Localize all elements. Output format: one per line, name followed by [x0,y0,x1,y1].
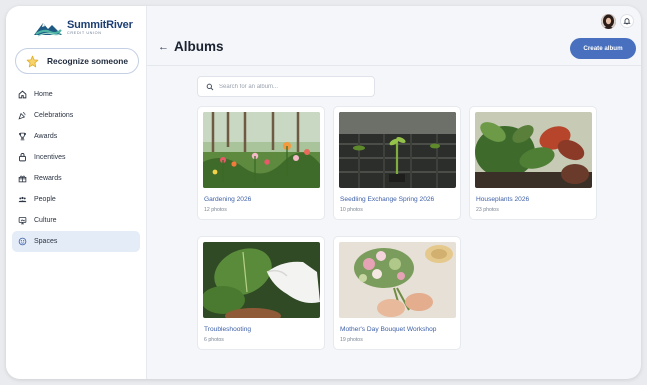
album-card-houseplants[interactable]: Houseplants 2026 23 photos [469,106,597,220]
mountain-logo-icon [34,18,62,38]
sidebar-item-people[interactable]: People [12,189,140,210]
album-card-gardening[interactable]: Gardening 2026 12 photos [197,106,325,220]
album-card-mothers-day[interactable]: Mother's Day Bouquet Workshop 19 photos [333,236,461,350]
search-icon [206,78,214,96]
sidebar-item-label: Awards [34,133,58,140]
album-cover-image [339,242,456,318]
album-cover-image [203,112,320,188]
album-photo-count: 12 photos [204,207,227,213]
search-input[interactable] [219,83,369,90]
sidebar-item-label: Spaces [34,238,58,245]
sidebar-item-culture[interactable]: Culture [12,210,140,231]
sidebar-item-spaces[interactable]: Spaces [12,231,140,252]
album-photo-count: 6 photos [204,337,224,343]
back-arrow-icon[interactable]: ← [158,41,169,53]
main-content: ← Albums Create album Search for an albu… [147,6,641,379]
album-title[interactable]: Troubleshooting [204,326,251,333]
page-title: Albums [174,39,224,54]
sidebar-item-celebrations[interactable]: Celebrations [12,105,140,126]
create-album-button[interactable]: Create album [570,38,636,59]
album-title[interactable]: Houseplants 2026 [476,196,529,203]
incentive-icon [18,153,27,162]
sidebar-item-label: Culture [34,217,57,224]
recognize-label: Recognize someone [47,56,128,66]
album-title[interactable]: Seedling Exchange Spring 2026 [340,196,434,203]
app-window: SummitRiver CREDIT UNION Recognize someo… [6,6,641,379]
album-card-troubleshooting[interactable]: Troubleshooting 6 photos [197,236,325,350]
sidebar-item-incentives[interactable]: Incentives [12,147,140,168]
culture-icon [18,216,27,225]
star-icon [26,55,39,68]
home-icon [18,90,27,99]
album-title[interactable]: Mother's Day Bouquet Workshop [340,326,436,333]
album-title[interactable]: Gardening 2026 [204,196,251,203]
sidebar: SummitRiver CREDIT UNION Recognize someo… [6,6,147,379]
sidebar-item-label: Incentives [34,154,66,161]
party-icon [18,111,27,120]
album-photo-count: 23 photos [476,207,499,213]
album-photo-count: 19 photos [340,337,363,343]
brand-name: SummitRiver [67,19,133,32]
album-cover-image [339,112,456,188]
album-cover-image [203,242,320,318]
album-search[interactable] [197,76,375,97]
gift-icon [18,174,27,183]
trophy-icon [18,132,27,141]
people-icon [18,195,27,204]
user-avatar[interactable] [601,14,616,29]
spaces-icon [18,237,27,246]
recognize-someone-button[interactable]: Recognize someone [15,48,139,74]
sidebar-nav: Home Celebrations Awards Incentives Rewa… [12,84,140,252]
sidebar-item-home[interactable]: Home [12,84,140,105]
brand-tagline: CREDIT UNION [67,31,102,36]
album-card-seedling-exchange[interactable]: Seedling Exchange Spring 2026 10 photos [333,106,461,220]
sidebar-item-label: Celebrations [34,112,74,119]
notifications-bell-icon[interactable] [620,14,634,28]
sidebar-item-awards[interactable]: Awards [12,126,140,147]
sidebar-item-label: Rewards [34,175,62,182]
album-cover-image [475,112,592,188]
top-bar: ← Albums Create album [147,6,641,66]
brand-logo[interactable]: SummitRiver CREDIT UNION [34,18,133,38]
sidebar-item-rewards[interactable]: Rewards [12,168,140,189]
album-photo-count: 10 photos [340,207,363,213]
sidebar-item-label: People [34,196,56,203]
sidebar-item-label: Home [34,91,53,98]
